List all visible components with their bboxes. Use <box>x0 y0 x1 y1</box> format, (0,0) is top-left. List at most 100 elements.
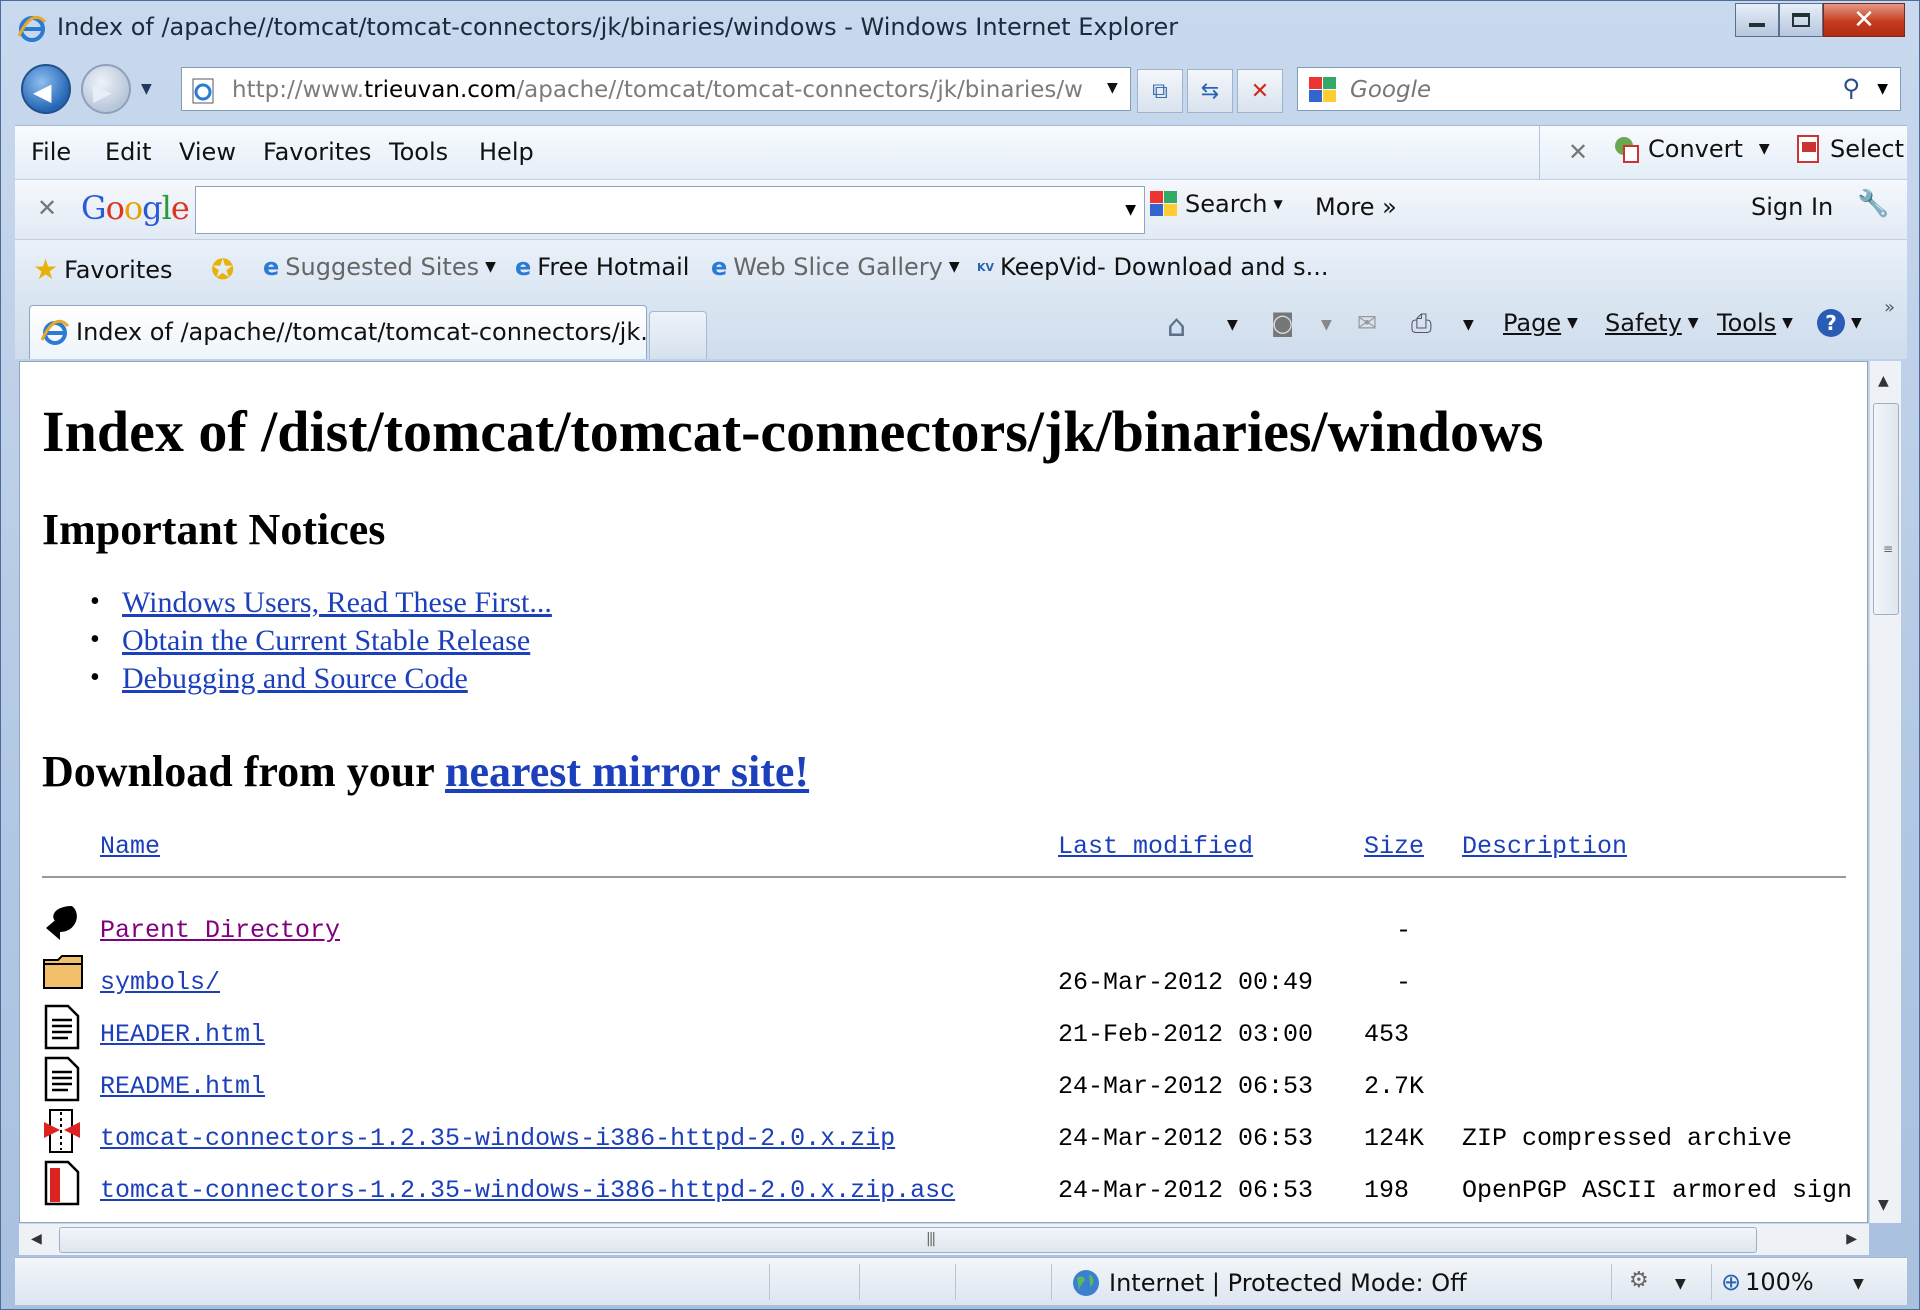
size-cell: 124K <box>1364 1124 1425 1153</box>
home-button[interactable]: ⌂ <box>1167 309 1186 344</box>
vertical-scrollbar[interactable]: ▲ ≡ ▼ <box>1869 361 1901 1223</box>
convert-button[interactable]: Convert ▼ <box>1612 134 1770 164</box>
zip-file-icon <box>42 1108 82 1162</box>
star-icon: ★ <box>33 253 59 286</box>
column-header-description[interactable]: Description <box>1462 832 1627 861</box>
web-slice-gallery-link[interactable]: e Web Slice Gallery ▼ <box>711 253 960 281</box>
column-header-name[interactable]: Name <box>100 832 160 861</box>
search-options-dropdown-icon[interactable]: ▼ <box>1877 81 1888 97</box>
security-zone[interactable]: Internet | Protected Mode: Off <box>1071 1268 1467 1298</box>
menu-file[interactable]: File <box>31 138 71 166</box>
print-dropdown-icon[interactable]: ▼ <box>1463 317 1474 333</box>
menu-view[interactable]: View <box>179 138 236 166</box>
grip-icon: ||| <box>926 1231 936 1247</box>
add-favorite-icon[interactable]: ✪ <box>211 253 234 286</box>
file-link[interactable]: tomcat-connectors-1.2.35-windows-i386-ht… <box>100 1176 955 1205</box>
more-button[interactable]: More » <box>1315 193 1397 221</box>
help-button[interactable]: ? ▼ <box>1817 309 1862 337</box>
file-link[interactable]: symbols/ <box>100 968 220 997</box>
zoom-dropdown-icon[interactable]: ▼ <box>1853 1276 1864 1292</box>
tools-menu[interactable]: Tools ▼ <box>1717 309 1793 337</box>
title-bar: Index of /apache//tomcat/tomcat-connecto… <box>1 1 1919 53</box>
tab-active[interactable]: Index of /apache//tomcat/tomcat-connecto… <box>29 305 663 359</box>
status-bar: Internet | Protected Mode: Off ⚙ ▼ ⊕ 100%… <box>15 1257 1907 1305</box>
popup-blocker-icon[interactable]: ⚙ <box>1629 1268 1649 1293</box>
google-search-dropdown-icon[interactable]: ▼ <box>1125 202 1136 218</box>
zoom-button[interactable]: ⊕ 100% <box>1721 1268 1814 1296</box>
menu-tools[interactable]: Tools <box>389 138 448 166</box>
nearest-mirror-link[interactable]: nearest mirror site! <box>445 747 809 796</box>
windows-users-link[interactable]: Windows Users, Read These First... <box>122 586 552 619</box>
search-box[interactable]: Google ⚲ ▼ <box>1297 67 1901 111</box>
file-link[interactable]: Parent Directory <box>100 916 340 945</box>
horizontal-scroll-thumb[interactable]: ||| <box>59 1227 1757 1253</box>
select-icon <box>1797 135 1819 163</box>
favorites-button[interactable]: ★ Favorites <box>33 253 173 286</box>
google-search-button[interactable]: Search ▼ <box>1149 190 1283 218</box>
select-button[interactable]: Select <box>1796 134 1904 164</box>
forward-button[interactable]: ▶ <box>81 64 131 114</box>
home-dropdown-icon[interactable]: ▼ <box>1227 317 1238 333</box>
toolbar-overflow-icon[interactable]: » <box>1884 297 1895 318</box>
scroll-right-icon[interactable]: ▶ <box>1846 1231 1857 1247</box>
stable-release-link[interactable]: Obtain the Current Stable Release <box>122 624 530 657</box>
webslice-dropdown-icon[interactable]: ▼ <box>949 259 960 275</box>
page-menu[interactable]: Page ▼ <box>1503 309 1578 337</box>
column-header-size[interactable]: Size <box>1364 832 1424 861</box>
menu-help[interactable]: Help <box>479 138 534 166</box>
column-header-last-modified[interactable]: Last modified <box>1058 832 1253 861</box>
menu-favorites[interactable]: Favorites <box>263 138 371 166</box>
menu-edit[interactable]: Edit <box>105 138 151 166</box>
popup-dropdown-icon[interactable]: ▼ <box>1675 1276 1686 1292</box>
compatibility-view-button[interactable]: ⧉ <box>1137 69 1183 113</box>
table-row: HEADER.html 21-Feb-2012 03:00 453 <box>42 1004 1862 1056</box>
close-google-toolbar-icon[interactable]: ✕ <box>37 194 57 222</box>
help-icon: ? <box>1817 309 1845 337</box>
pdf-toolbar: ✕ Convert ▼ Select <box>1539 126 1907 180</box>
vertical-scroll-thumb[interactable]: ≡ <box>1873 403 1899 615</box>
scroll-up-icon[interactable]: ▲ <box>1878 373 1889 389</box>
print-button[interactable]: ⎙ <box>1411 309 1432 340</box>
free-hotmail-link[interactable]: e Free Hotmail <box>515 253 689 281</box>
close-window-button[interactable]: ✕ <box>1823 3 1905 37</box>
stop-button[interactable]: ✕ <box>1237 69 1283 113</box>
back-button[interactable]: ◀ <box>21 64 71 114</box>
convert-dropdown-icon[interactable]: ▼ <box>1759 141 1770 157</box>
refresh-button[interactable]: ⇆ <box>1187 69 1233 113</box>
feeds-dropdown-icon[interactable]: ▼ <box>1321 317 1332 333</box>
file-link[interactable]: tomcat-connectors-1.2.35-windows-i386-ht… <box>100 1124 895 1153</box>
modified-cell: 24-Mar-2012 06:53 <box>1058 1124 1314 1153</box>
safety-menu[interactable]: Safety ▼ <box>1605 309 1699 337</box>
history-dropdown-button[interactable]: ▼ <box>141 81 152 97</box>
sign-in-button[interactable]: Sign In <box>1751 193 1833 221</box>
debugging-source-link[interactable]: Debugging and Source Code <box>122 662 468 695</box>
list-item: Debugging and Source Code <box>42 662 552 700</box>
forward-arrow-icon: ▶ <box>93 78 112 106</box>
keepvid-link[interactable]: KV KeepVid- Download and s... <box>977 253 1329 281</box>
file-link[interactable]: HEADER.html <box>100 1020 265 1049</box>
list-item: Obtain the Current Stable Release <box>42 624 552 662</box>
close-toolbar-icon[interactable]: ✕ <box>1568 138 1588 166</box>
horizontal-scrollbar[interactable]: ◀ ||| ▶ <box>19 1223 1869 1255</box>
modified-cell: 24-Mar-2012 06:53 <box>1058 1176 1314 1205</box>
search-icon[interactable]: ⚲ <box>1842 74 1860 102</box>
address-dropdown-icon[interactable]: ▼ <box>1107 80 1118 96</box>
maximize-button[interactable] <box>1779 3 1823 37</box>
scroll-down-icon[interactable]: ▼ <box>1878 1197 1889 1213</box>
wrench-icon[interactable]: 🔧 <box>1857 189 1889 219</box>
search-dropdown-icon[interactable]: ▼ <box>1273 197 1282 211</box>
new-tab-button[interactable] <box>649 311 707 359</box>
description-cell: OpenPGP ASCII armored sign <box>1462 1176 1853 1205</box>
table-row: Parent Directory - <box>42 900 1862 952</box>
scroll-left-icon[interactable]: ◀ <box>31 1231 42 1247</box>
status-separator <box>1711 1264 1712 1300</box>
address-url[interactable]: http://www.trieuvan.com/apache//tomcat/t… <box>232 77 1082 103</box>
minimize-button[interactable] <box>1735 3 1779 37</box>
suggested-dropdown-icon[interactable]: ▼ <box>485 259 496 275</box>
file-link[interactable]: README.html <box>100 1072 265 1101</box>
feeds-button[interactable]: ◙ <box>1271 309 1294 337</box>
suggested-sites-link[interactable]: e Suggested Sites ▼ <box>263 253 496 281</box>
read-mail-button[interactable]: ✉ <box>1357 309 1377 337</box>
google-search-input[interactable]: ▼ <box>195 186 1145 234</box>
address-bar[interactable]: http://www.trieuvan.com/apache//tomcat/t… <box>181 67 1131 111</box>
